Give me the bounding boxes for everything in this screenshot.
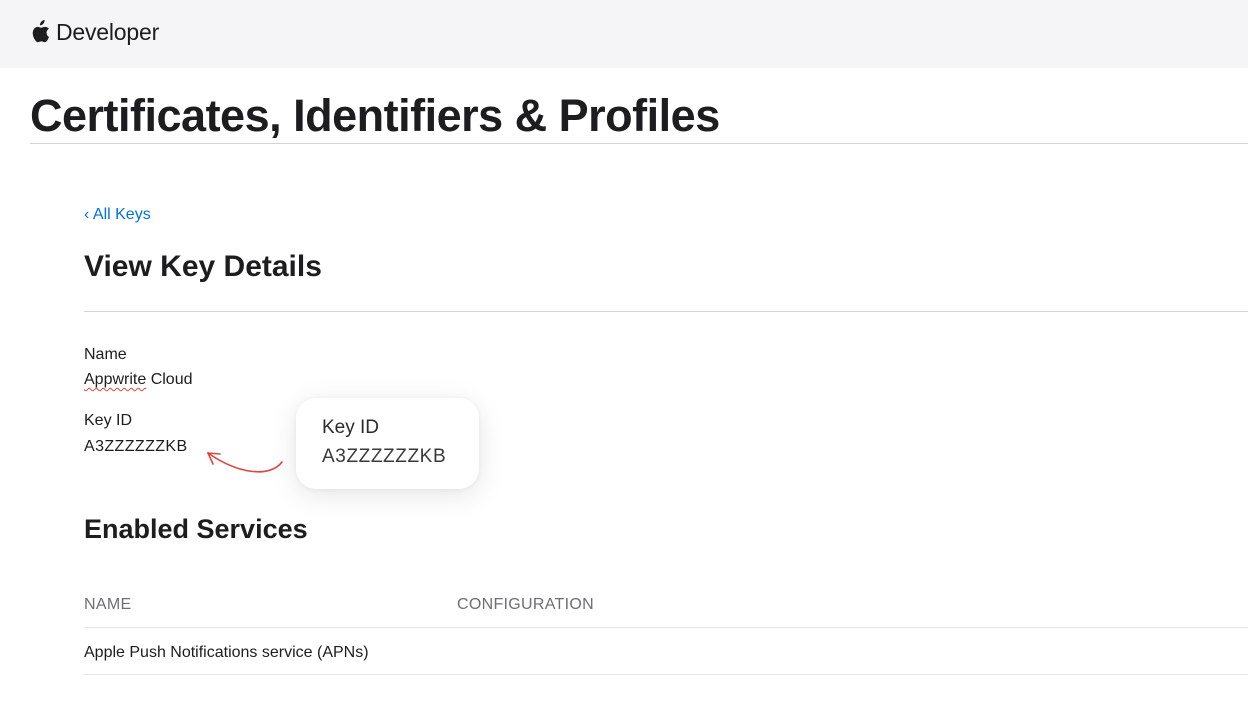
column-header-name: NAME — [84, 596, 132, 613]
annotation-arrow-icon — [207, 452, 283, 473]
divider — [30, 143, 1248, 144]
page-title: Certificates, Identifiers & Profiles — [30, 90, 720, 141]
section-title: View Key Details — [84, 250, 322, 283]
name-value-rest: Cloud — [146, 371, 193, 388]
name-value-misspelled-word: Appwrite — [84, 371, 147, 388]
apple-logo-icon — [32, 20, 49, 43]
table-divider — [84, 674, 1248, 675]
key-id-label: Key ID — [84, 412, 133, 429]
callout-label: Key ID — [322, 417, 380, 438]
column-header-configuration: CONFIGURATION — [457, 596, 594, 613]
table-divider — [84, 627, 1248, 628]
brand-text: Developer — [56, 18, 160, 45]
callout-value: A3ZZZZZZKB — [322, 446, 447, 467]
name-label: Name — [84, 346, 127, 363]
developer-brand-link[interactable]: Developer — [30, 16, 159, 48]
global-header: Developer — [0, 0, 1248, 68]
table-row-service-name: Apple Push Notifications service (APNs) — [84, 644, 369, 661]
name-value: Appwrite Cloud — [84, 371, 193, 389]
divider — [84, 311, 1248, 312]
key-id-value: A3ZZZZZZKB — [84, 438, 188, 455]
key-id-callout: Key ID A3ZZZZZZKB — [296, 398, 479, 489]
back-to-all-keys-link[interactable]: ‹ All Keys — [84, 206, 151, 224]
enabled-services-title: Enabled Services — [84, 514, 308, 544]
